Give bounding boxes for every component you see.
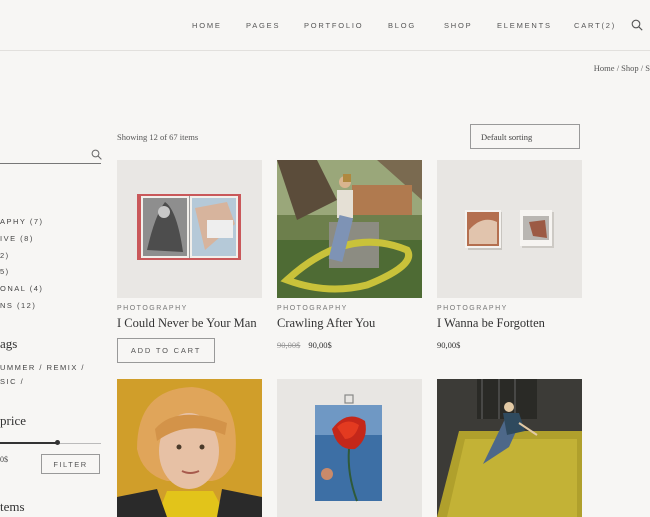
product-image[interactable] bbox=[437, 379, 582, 517]
nav-blog[interactable]: BLOG bbox=[388, 21, 416, 30]
search-icon[interactable] bbox=[91, 149, 102, 160]
tag-item[interactable]: SIC / bbox=[0, 377, 24, 386]
nav-elements[interactable]: ELEMENTS bbox=[497, 21, 552, 30]
nav-cart[interactable]: CART(2) bbox=[574, 21, 616, 30]
category-item[interactable]: 5) bbox=[0, 267, 10, 276]
category-item[interactable]: 2) bbox=[0, 251, 10, 260]
product-category[interactable]: PHOTOGRAPHY bbox=[277, 305, 348, 312]
product-price: 90,00$ bbox=[437, 340, 461, 350]
price-range-label: 0$ bbox=[0, 455, 8, 464]
breadcrumb[interactable]: Home / Shop / S bbox=[594, 63, 650, 73]
nav-home[interactable]: HOME bbox=[192, 21, 222, 30]
product-title[interactable]: I Could Never be Your Man bbox=[117, 316, 257, 331]
product-image[interactable] bbox=[117, 160, 262, 298]
add-to-cart-button[interactable]: ADD TO CART bbox=[117, 338, 215, 363]
category-item[interactable]: ONAL (4) bbox=[0, 284, 43, 293]
result-count: Showing 12 of 67 items bbox=[117, 132, 199, 142]
search-icon[interactable] bbox=[631, 19, 643, 31]
price-heading: price bbox=[0, 413, 26, 428]
product-old-price: 90,00$ bbox=[277, 340, 301, 350]
product-category[interactable]: PHOTOGRAPHY bbox=[117, 305, 188, 312]
product-price: 90,00$ 90,00$ bbox=[277, 340, 332, 350]
product-image[interactable] bbox=[437, 160, 582, 298]
category-item[interactable]: IVE (8) bbox=[0, 234, 34, 243]
product-current-price: 90,00$ bbox=[308, 340, 332, 350]
nav-portfolio[interactable]: PORTFOLIO bbox=[304, 21, 363, 30]
sorting-select[interactable]: Default sorting bbox=[470, 124, 580, 149]
top-navigation-bar: HOME PAGES PORTFOLIO BLOG SHOP ELEMENTS … bbox=[0, 0, 650, 51]
product-image[interactable] bbox=[277, 379, 422, 517]
filter-button[interactable]: FILTER bbox=[41, 454, 100, 474]
product-category[interactable]: PHOTOGRAPHY bbox=[437, 305, 508, 312]
category-item[interactable]: NS (12) bbox=[0, 301, 36, 310]
nav-pages[interactable]: PAGES bbox=[246, 21, 280, 30]
tags-heading: ags bbox=[0, 336, 18, 351]
product-image[interactable] bbox=[277, 160, 422, 298]
price-slider-handle[interactable] bbox=[55, 440, 60, 445]
tag-item[interactable]: UMMER / REMIX / bbox=[0, 363, 85, 372]
product-title[interactable]: I Wanna be Forgotten bbox=[437, 316, 545, 331]
nav-shop[interactable]: SHOP bbox=[444, 21, 472, 30]
sidebar-search-input[interactable] bbox=[0, 163, 101, 164]
product-image[interactable] bbox=[117, 379, 262, 517]
items-heading: tems bbox=[0, 499, 25, 514]
price-slider-fill bbox=[0, 442, 57, 444]
product-title[interactable]: Crawling After You bbox=[277, 316, 375, 331]
category-item[interactable]: APHY (7) bbox=[0, 217, 44, 226]
